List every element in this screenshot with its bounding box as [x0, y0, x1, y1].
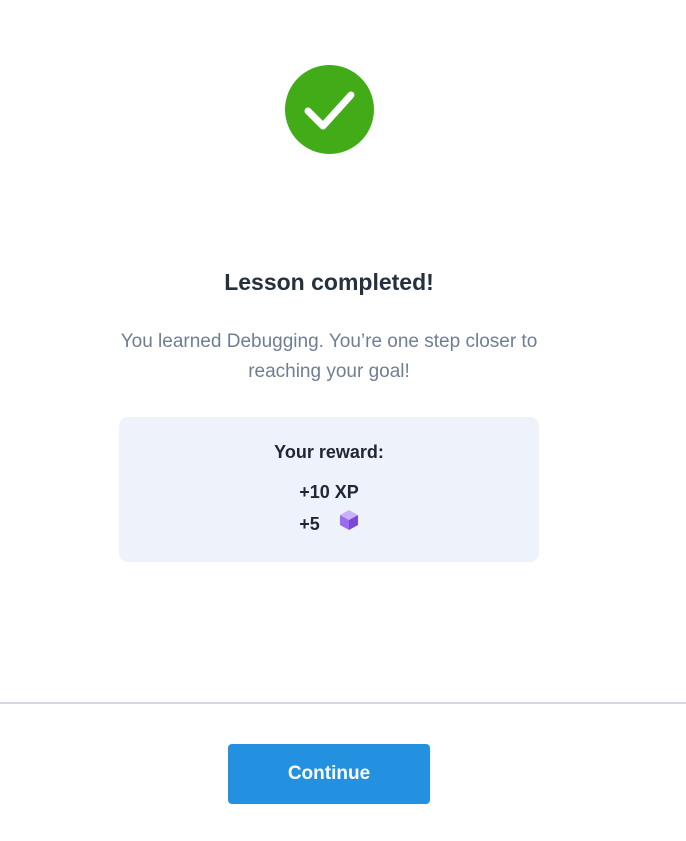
reward-xp: +10 XP	[299, 482, 359, 502]
gem-cube-icon	[339, 509, 359, 538]
continue-button[interactable]: Continue	[228, 744, 430, 804]
lesson-complete-screen: Lesson completed! You learned Debugging.…	[0, 0, 686, 841]
lesson-completed-message: You learned Debugging. You’re one step c…	[120, 331, 538, 382]
reward-gems-amount: +5	[299, 514, 320, 534]
reward-title: Your reward:	[274, 442, 384, 462]
reward-gems-row: +5	[119, 509, 539, 538]
reward-panel: Your reward: +10 XP +5	[119, 417, 539, 562]
lesson-completed-title: Lesson completed!	[224, 269, 434, 295]
success-checkmark-icon	[285, 65, 374, 154]
footer-divider	[0, 702, 686, 704]
